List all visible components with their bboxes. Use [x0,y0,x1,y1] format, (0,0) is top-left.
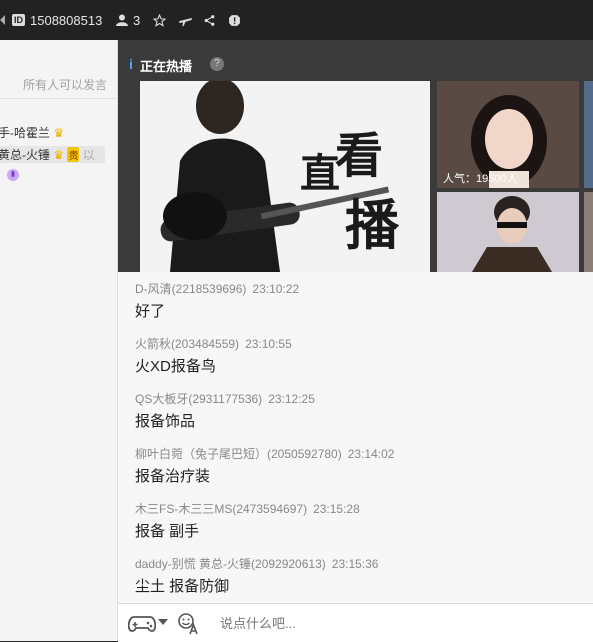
mic-badge-icon [7,169,19,181]
plane-icon[interactable] [178,0,193,40]
hot-live-panel: i 正在热播 ? 看 直 播 人气：19500人 [118,40,593,272]
message-time: 23:10:55 [245,337,292,351]
live-thumbnail[interactable] [437,192,579,272]
message-text: 报备 副手 [135,523,200,540]
message-time: 23:10:22 [252,282,300,296]
banner-char: 直 [300,150,340,197]
share-icon[interactable] [203,0,216,40]
chat-input-bar [118,603,593,642]
chat-message: 木三FS-木三三MS(2473594697) 23:15:28 报备 副手 [135,500,360,541]
chat-message: 火箭秋(203484559) 23:10:55 火XD报备鸟 [135,335,292,376]
room-id-number: 1508808513 [30,12,103,28]
live-banner[interactable]: 看 直 播 [140,81,430,272]
banner-char: 播 [345,193,399,257]
chat-message: QS大板牙(2931177536) 23:12:25 报备饰品 [135,390,315,431]
member-item[interactable]: 手-哈霍兰 ♛ [0,124,64,141]
sender-name[interactable]: 火箭秋(203484559) [135,337,239,351]
sender-name[interactable]: daddy-别慌 黄总-火锤(2092920613) [135,557,326,571]
chat-message: D-风清(2218539696) 23:10:22 好了 [135,280,299,321]
back-arrow-icon[interactable] [0,0,6,40]
message-time: 23:15:36 [331,557,379,571]
streamer-man-image [437,192,579,272]
chat-messages: D-风清(2218539696) 23:10:22 好了 火箭秋(20348455… [118,272,593,603]
message-text: 报备饰品 [135,413,196,430]
user-count-number: 3 [133,12,141,28]
room-id: ID 1508808513 [12,0,102,40]
hot-title: 正在热播 [140,59,193,74]
message-text: 尘土 报备防御 [135,578,230,595]
live-thumbnail[interactable]: 人气：19500人 [437,81,579,188]
member-item[interactable]: 黄总-火锤 ♛ 贵 以 [0,146,105,163]
chat-input[interactable] [218,610,582,636]
popularity-text: 人气：19500人 [443,173,518,185]
message-time: 23:12:25 [268,392,315,406]
person-icon [116,14,128,26]
user-count[interactable]: 3 [116,0,140,40]
member-name: 黄总-火锤 [0,148,50,162]
live-thumbnail-partial[interactable] [584,81,593,188]
banner-char: 看 [335,128,384,184]
chat-message: 柳叶白菀（兔子尾巴短）(2050592780) 23:14:02 报备治疗装 [135,445,394,486]
chevron-down-icon[interactable] [158,619,168,625]
sender-name[interactable]: 木三FS-木三三MS(2473594697) [135,502,307,516]
message-time: 23:15:28 [313,502,360,516]
member-tail-text: 以 [82,148,95,162]
help-icon[interactable]: ? [210,57,224,71]
report-icon[interactable] [228,0,241,40]
vip-badge: 贵 [67,147,80,162]
crown-icon: ♛ [53,126,65,140]
message-text: 好了 [135,303,166,320]
info-icon: i [129,56,133,72]
font-style-icon[interactable] [178,613,200,635]
star-icon[interactable] [153,0,166,40]
speak-permission-text: 所有人可以发言 [22,78,107,92]
sender-name[interactable]: QS大板牙(2931177536) [135,392,262,406]
message-time: 23:14:02 [347,447,395,461]
live-thumbnail-partial[interactable] [584,192,593,272]
id-badge-icon: ID [12,14,25,26]
gamepad-icon[interactable] [128,613,156,633]
chat-message: daddy-别慌 黄总-火锤(2092920613) 23:15:36 尘土 报备… [135,555,378,596]
member-name: 手-哈霍兰 [0,126,50,140]
divider [0,98,117,99]
member-item[interactable] [0,168,20,185]
crown-icon: ♛ [53,148,65,162]
sender-name[interactable]: 柳叶白菀（兔子尾巴短）(2050592780) [135,447,342,461]
message-text: 火XD报备鸟 [135,358,216,375]
top-bar: ID 1508808513 3 [0,0,593,40]
member-panel: 所有人可以发言 手-哈霍兰 ♛ 黄总-火锤 ♛ 贵 以 [0,40,118,641]
sender-name[interactable]: D-风清(2218539696) [135,282,246,296]
message-text: 报备治疗装 [135,468,211,485]
